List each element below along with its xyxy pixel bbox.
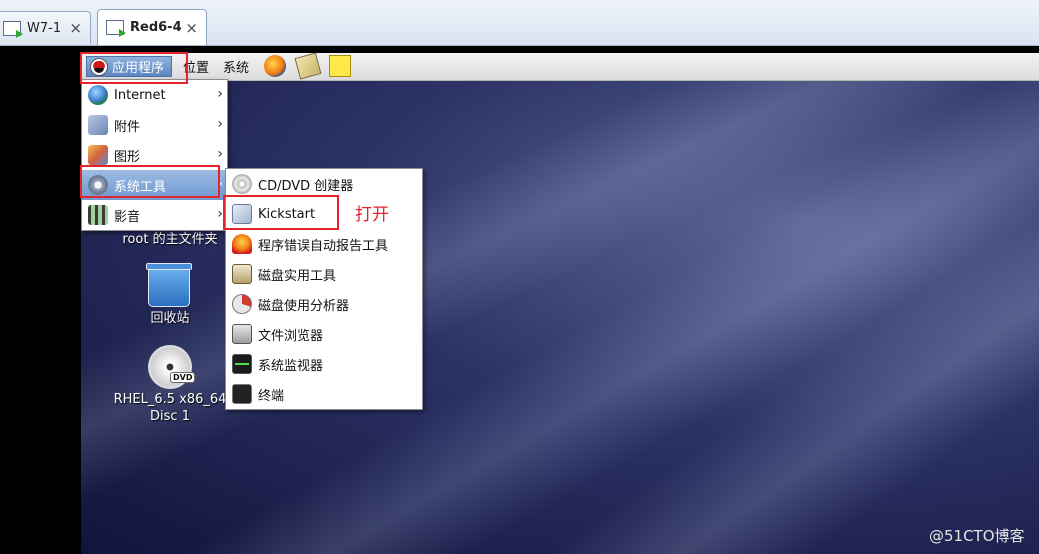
menu-item-file-browser[interactable]: 文件浏览器: [226, 319, 422, 349]
guest-screen-border: [0, 46, 81, 554]
menu-item-label: 系统工具: [114, 179, 167, 195]
dvd-label-line1: RHEL_6.5 x86_64: [113, 392, 227, 407]
menu-item-disk-usage-analyzer[interactable]: 磁盘使用分析器: [226, 289, 422, 319]
places-label: 位置: [183, 61, 210, 76]
terminal-icon: [232, 384, 252, 404]
menu-item-accessories[interactable]: 附件 ›: [82, 110, 227, 140]
menu-item-internet[interactable]: Internet ›: [82, 80, 227, 110]
close-icon[interactable]: ×: [185, 19, 198, 37]
vm-icon: [3, 20, 23, 38]
menu-item-disk-utility[interactable]: 磁盘实用工具: [226, 259, 422, 289]
file-cabinet-icon: [232, 324, 252, 344]
menu-item-cd-dvd-creator[interactable]: CD/DVD 创建器: [226, 169, 422, 199]
menu-item-bug-reporting-tool[interactable]: 程序错误自动报告工具: [226, 229, 422, 259]
redhat-logo-icon: [90, 57, 108, 76]
menu-item-kickstart[interactable]: Kickstart: [226, 199, 422, 229]
tab-red6-4[interactable]: Red6-4 ×: [97, 9, 207, 45]
menu-item-label: Kickstart: [258, 206, 316, 222]
dvd-label-line2: Disc 1: [150, 409, 190, 424]
menu-item-graphics[interactable]: 图形 ›: [82, 140, 227, 170]
disk-icon: [232, 264, 252, 284]
places-menu-button[interactable]: 位置: [183, 53, 209, 80]
chevron-right-icon: ›: [217, 86, 223, 102]
menu-item-terminal[interactable]: 终端: [226, 379, 422, 409]
dvd-label[interactable]: RHEL_6.5 x86_64 Disc 1: [104, 391, 236, 425]
menu-item-multimedia[interactable]: 影音 ›: [82, 200, 227, 230]
applications-label: 应用程序: [112, 61, 165, 76]
menu-item-label: Internet: [114, 87, 166, 103]
trash-label[interactable]: 回收站: [120, 310, 220, 327]
close-icon[interactable]: ×: [69, 19, 82, 37]
multimedia-icon: [88, 205, 108, 225]
trash-icon[interactable]: [146, 263, 192, 307]
chevron-right-icon: ›: [217, 146, 223, 162]
menu-item-label: 文件浏览器: [258, 328, 324, 344]
vm-tab-strip: W7-1 × Red6-4 ×: [0, 0, 1039, 46]
tab-label: W7-1: [27, 20, 62, 36]
firefox-icon[interactable]: [264, 55, 286, 77]
menu-item-label: 终端: [258, 388, 285, 404]
dvd-badge: DVD: [170, 372, 196, 383]
menu-item-label: 系统监视器: [258, 358, 324, 374]
system-tools-icon: [88, 175, 108, 195]
menu-item-label: 影音: [114, 209, 141, 225]
system-menu-button[interactable]: 系统: [223, 53, 249, 80]
alarm-icon: [232, 234, 252, 254]
vm-icon: [106, 20, 126, 37]
home-folder-label[interactable]: root 的主文件夹: [100, 231, 240, 248]
globe-icon: [88, 85, 108, 105]
graphics-icon: [88, 145, 108, 165]
menu-item-label: 图形: [114, 149, 141, 165]
menu-item-label: 磁盘使用分析器: [258, 298, 350, 314]
annotation-open: 打开: [355, 205, 389, 225]
pie-icon: [232, 294, 252, 314]
menu-item-label: 程序错误自动报告工具: [258, 238, 389, 254]
cd-icon: [232, 174, 252, 194]
tab-w7-1[interactable]: W7-1 ×: [0, 11, 91, 44]
monitor-icon: [232, 354, 252, 374]
menu-item-label: 附件: [114, 119, 141, 135]
menu-item-label: 磁盘实用工具: [258, 268, 337, 284]
menu-item-system-monitor[interactable]: 系统监视器: [226, 349, 422, 379]
system-label: 系统: [223, 61, 250, 76]
menu-item-system-tools[interactable]: 系统工具 ›: [82, 170, 227, 200]
chevron-right-icon: ›: [217, 176, 223, 192]
note-icon[interactable]: [329, 55, 351, 77]
applications-menu-button[interactable]: 应用程序: [86, 56, 172, 77]
menu-item-label: CD/DVD 创建器: [258, 178, 354, 194]
watermark: @51CTO博客: [929, 527, 1025, 545]
system-tools-submenu: CD/DVD 创建器 Kickstart 程序错误自动报告工具 磁盘实用工具 磁…: [225, 168, 423, 410]
top-panel: 应用程序 位置 系统: [81, 52, 1039, 81]
accessories-icon: [88, 115, 108, 135]
kickstart-icon: [232, 204, 252, 224]
tab-label: Red6-4: [130, 20, 182, 35]
applications-menu: Internet › 附件 › 图形 › 系统工具 › 影音 ›: [81, 79, 228, 231]
chevron-right-icon: ›: [217, 206, 223, 222]
chevron-right-icon: ›: [217, 116, 223, 132]
mail-icon[interactable]: [294, 52, 322, 80]
